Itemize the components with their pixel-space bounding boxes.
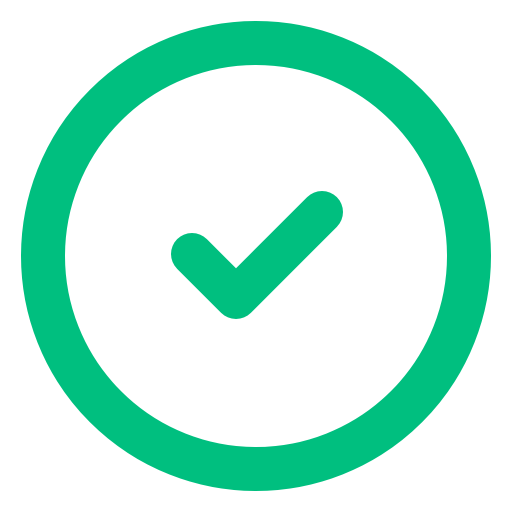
check-circle-icon xyxy=(0,0,512,512)
check-circle-svg xyxy=(21,21,491,491)
checkmark-stroke xyxy=(171,191,343,319)
icon-canvas xyxy=(0,0,512,512)
